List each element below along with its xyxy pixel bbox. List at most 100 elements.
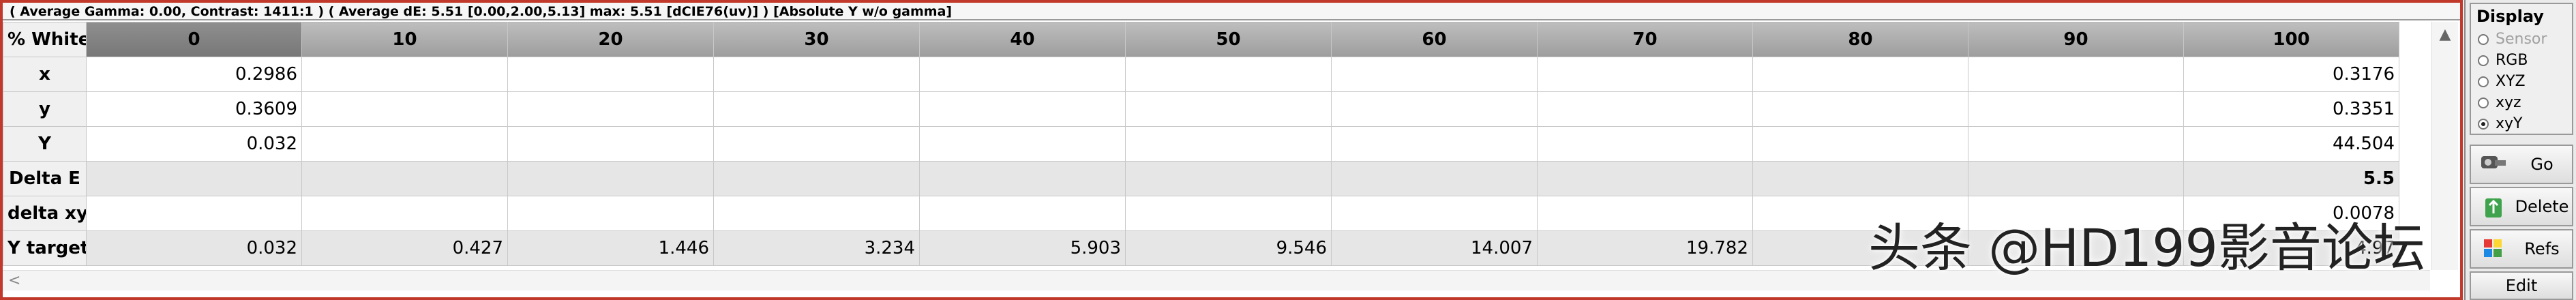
display-option-xyy[interactable]: xyY <box>2471 113 2572 134</box>
display-option-label: xyz <box>2496 94 2521 111</box>
table-cell[interactable] <box>507 91 714 127</box>
table-cell[interactable] <box>1125 196 1332 231</box>
table-cell[interactable] <box>1125 91 1332 127</box>
table-cell[interactable] <box>1537 161 1753 196</box>
radio-button-icon[interactable] <box>2478 97 2489 108</box>
table-cell[interactable] <box>713 161 920 196</box>
table-cell[interactable]: 0.2986 <box>86 57 302 92</box>
table-cell[interactable] <box>1331 161 1538 196</box>
table-cell[interactable] <box>713 91 920 127</box>
table-cell[interactable] <box>301 91 508 127</box>
corner-header: % White <box>3 22 87 57</box>
table-cell[interactable] <box>1752 126 1968 162</box>
row-header: Y target <box>3 230 87 266</box>
table-cell[interactable] <box>1331 126 1538 162</box>
table-cell[interactable] <box>1125 161 1332 196</box>
column-header[interactable]: 60 <box>1331 22 1538 57</box>
row-header: y <box>3 91 87 127</box>
table-cell[interactable]: 0.3176 <box>2183 57 2399 92</box>
table-row: x 0.2986 0.3176 <box>3 57 2399 92</box>
display-option-label: XYZ <box>2496 73 2526 90</box>
table-cell[interactable] <box>919 91 1126 127</box>
table-cell[interactable] <box>507 126 714 162</box>
table-cell[interactable] <box>507 196 714 231</box>
table-cell[interactable] <box>1125 57 1332 92</box>
table-cell[interactable] <box>713 126 920 162</box>
table-cell[interactable] <box>713 57 920 92</box>
column-header[interactable]: 40 <box>919 22 1126 57</box>
table-cell[interactable] <box>301 196 508 231</box>
go-label: Go <box>2530 155 2553 174</box>
table-cell[interactable] <box>919 161 1126 196</box>
table-cell[interactable] <box>507 57 714 92</box>
display-option-rgb[interactable]: RGB <box>2471 50 2572 71</box>
radio-button-icon[interactable] <box>2478 118 2489 130</box>
column-header[interactable]: 0 <box>86 22 302 57</box>
delete-label: Delete <box>2515 197 2569 216</box>
radio-button-icon <box>2478 33 2489 45</box>
table-cell[interactable] <box>919 57 1126 92</box>
table-cell[interactable] <box>1537 57 1753 92</box>
table-cell[interactable] <box>507 161 714 196</box>
table-cell[interactable] <box>301 161 508 196</box>
column-header[interactable]: 90 <box>1968 22 2184 57</box>
table-cell[interactable]: 0.3351 <box>2183 91 2399 127</box>
column-header[interactable]: 100 <box>2183 22 2399 57</box>
table-cell[interactable] <box>1331 57 1538 92</box>
display-option-label: RGB <box>2496 52 2528 69</box>
table-cell[interactable] <box>301 126 508 162</box>
table-cell[interactable] <box>1331 91 1538 127</box>
table-cell[interactable]: 0.427 <box>301 230 508 266</box>
table-cell[interactable] <box>919 126 1126 162</box>
status-bar: ( Average Gamma: 0.00, Contrast: 1411:1 … <box>3 3 2460 20</box>
display-title: Display <box>2476 7 2544 26</box>
table-cell[interactable] <box>1752 57 1968 92</box>
radio-button-icon[interactable] <box>2478 55 2489 66</box>
table-cell[interactable] <box>86 196 302 231</box>
table-cell[interactable]: 3.234 <box>713 230 920 266</box>
table-cell[interactable] <box>1968 126 2184 162</box>
table-cell[interactable]: 14.007 <box>1331 230 1538 266</box>
table-cell[interactable]: 1.446 <box>507 230 714 266</box>
table-cell[interactable] <box>1537 126 1753 162</box>
table-cell[interactable] <box>301 57 508 92</box>
table-cell[interactable] <box>713 196 920 231</box>
column-header[interactable]: 50 <box>1125 22 1332 57</box>
scroll-left-arrow-icon[interactable]: < <box>8 272 20 289</box>
column-header[interactable]: 10 <box>301 22 508 57</box>
table-cell[interactable] <box>1752 161 1968 196</box>
table-cell[interactable]: 44.504 <box>2183 126 2399 162</box>
row-header: delta xy <box>3 196 87 231</box>
go-button[interactable]: Go <box>2470 145 2573 184</box>
row-header: Y <box>3 126 87 162</box>
table-row: Y 0.032 44.504 <box>3 126 2399 162</box>
display-option-xyz[interactable]: XYZ <box>2471 71 2572 92</box>
table-cell[interactable] <box>86 161 302 196</box>
column-header[interactable]: 20 <box>507 22 714 57</box>
display-option-xyz[interactable]: xyz <box>2471 92 2572 113</box>
table-cell[interactable]: 9.546 <box>1125 230 1332 266</box>
table-cell[interactable] <box>1125 126 1332 162</box>
table-cell[interactable] <box>1968 57 2184 92</box>
table-cell[interactable]: 0.032 <box>86 126 302 162</box>
column-header[interactable]: 30 <box>713 22 920 57</box>
scroll-up-arrow-icon[interactable]: ▲ <box>2432 22 2458 48</box>
table-cell[interactable]: 0.032 <box>86 230 302 266</box>
table-cell[interactable] <box>1968 161 2184 196</box>
sensor-icon <box>2475 149 2512 180</box>
table-cell[interactable]: 5.5 <box>2183 161 2399 196</box>
radio-button-icon[interactable] <box>2478 76 2489 87</box>
table-cell[interactable] <box>919 196 1126 231</box>
column-header[interactable]: 80 <box>1752 22 1968 57</box>
display-option-label: xyY <box>2496 115 2523 132</box>
table-cell[interactable] <box>1752 91 1968 127</box>
column-header[interactable]: 70 <box>1537 22 1753 57</box>
table-cell[interactable]: 19.782 <box>1537 230 1753 266</box>
table-cell[interactable] <box>1537 196 1753 231</box>
table-cell[interactable] <box>1968 91 2184 127</box>
table-cell[interactable]: 0.3609 <box>86 91 302 127</box>
table-cell[interactable] <box>1331 196 1538 231</box>
row-header: x <box>3 57 87 92</box>
table-cell[interactable] <box>1537 91 1753 127</box>
table-cell[interactable]: 5.903 <box>919 230 1126 266</box>
